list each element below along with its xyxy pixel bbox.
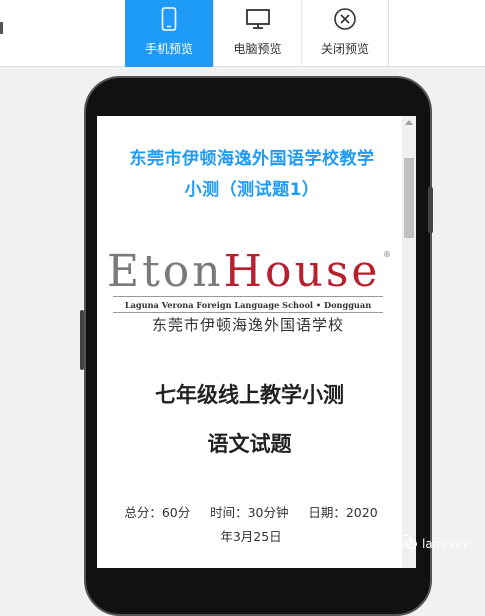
mobile-preview-button[interactable]: 手机预览 <box>125 0 213 67</box>
logo-wordmark: EtonHouse <box>107 246 392 297</box>
exam-heading-subject: 语文试题 <box>207 432 292 456</box>
logo-divider-bottom <box>113 312 383 313</box>
mobile-preview-label: 手机预览 <box>144 42 193 56</box>
watermark-text: lamivvy <box>422 536 470 551</box>
logo-divider-top <box>113 296 383 297</box>
exam-heading-grade: 七年级线上教学小测 <box>155 383 344 407</box>
article-title-line1: 东莞市伊顿海逸外国语学校教学 <box>129 149 375 169</box>
exam-meta-line2: 年3月25日 <box>220 529 282 544</box>
article-title-line2: 小测（测试题1） <box>184 180 320 200</box>
phone-screen[interactable]: 东莞市伊顿海逸外国语学校教学 小测（测试题1） EtonHouse ® Lagu… <box>97 116 402 568</box>
wechat-icon <box>398 534 418 553</box>
logo-brand-left: Eton <box>107 246 224 297</box>
preview-toolbar: 手机预览 电脑预览 关闭预览 <box>0 0 485 67</box>
desktop-preview-label: 电脑预览 <box>233 42 282 56</box>
wechat-watermark: lamivvy <box>398 534 469 553</box>
logo-subtitle: Laguna Verona Foreign Language School • … <box>124 300 372 310</box>
close-preview-label: 关闭预览 <box>320 42 369 56</box>
scroll-thumb[interactable] <box>404 158 414 238</box>
exam-meta-line1: 总分：60分 时间：30分钟 日期：2020 <box>111 501 391 525</box>
logo-registered-mark: ® <box>383 250 391 259</box>
exam-meta-line1-text: 总分：60分 时间：30分钟 日期：2020 <box>124 505 378 520</box>
article-title: 东莞市伊顿海逸外国语学校教学 小测（测试题1） <box>107 144 397 206</box>
exam-meta: 总分：60分 时间：30分钟 日期：2020 年3月25日 <box>111 501 391 549</box>
logo-school-name: 东莞市伊顿海逸外国语学校 <box>151 316 344 334</box>
phone-side-button-right <box>428 187 433 233</box>
screen-scrollbar[interactable] <box>402 116 416 568</box>
monitor-icon <box>245 7 271 31</box>
logo-brand-right: House <box>223 246 381 297</box>
desktop-preview-button[interactable]: 电脑预览 <box>213 0 301 67</box>
close-circle-icon <box>333 7 357 31</box>
toolbar-edge-mark <box>0 22 3 34</box>
scroll-up-arrow-icon[interactable] <box>405 120 413 125</box>
etonhouse-logo: EtonHouse ® Laguna Verona Foreign Langua… <box>107 246 392 334</box>
close-preview-button[interactable]: 关闭预览 <box>301 0 389 67</box>
mobile-icon <box>161 7 177 31</box>
